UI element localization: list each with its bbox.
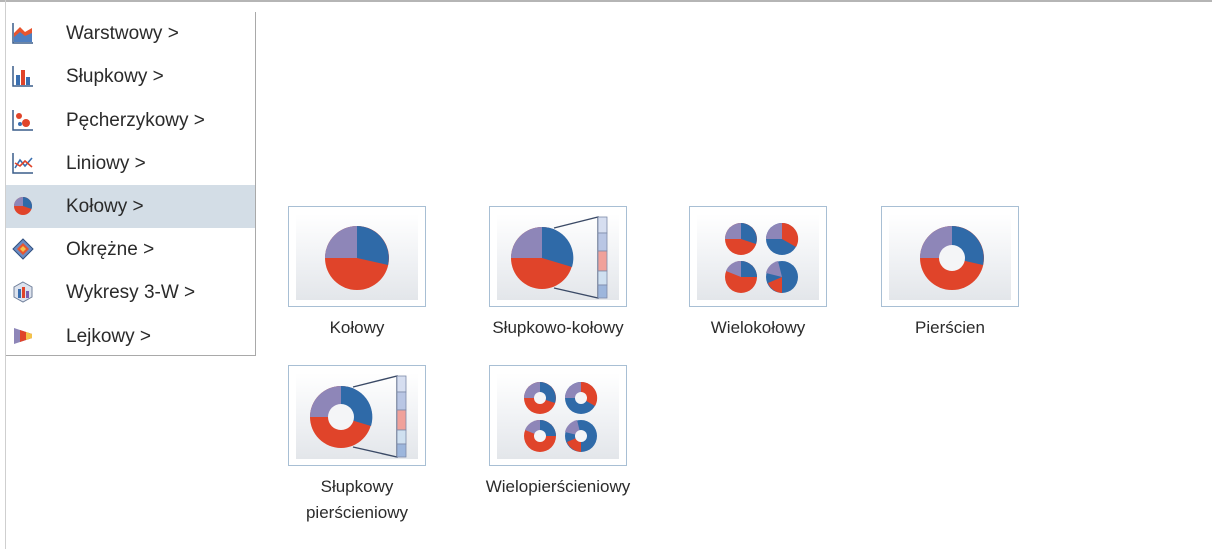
menu-item-3d[interactable]: Wykresy 3-W > — [6, 271, 255, 314]
menu-item-funnel[interactable]: Lejkowy > — [6, 315, 255, 358]
area-chart-icon — [12, 23, 33, 44]
doughnut-icon — [920, 226, 984, 290]
menu-item-label: Lejkowy > — [66, 325, 152, 347]
subtype-label: Wielokołowy — [710, 318, 806, 337]
subtype-label: Kołowy — [329, 318, 385, 337]
menu-item-label: Warstwowy > — [66, 22, 179, 44]
menu-item-radar[interactable]: Okrężne > — [6, 228, 255, 271]
pie-icon — [325, 226, 389, 290]
tile-multi-pie[interactable] — [689, 206, 827, 307]
bubble-chart-icon — [12, 110, 33, 131]
line-chart-icon — [12, 153, 33, 174]
bar-of-doughnut-icon — [310, 375, 407, 458]
menu-item-label: Okrężne > — [66, 238, 155, 260]
menu-item-label: Liniowy > — [66, 152, 146, 174]
window-top-border — [0, 0, 1212, 2]
subtype-label-line1: Słupkowy — [320, 477, 394, 496]
subtype-label: Wielopierścieniowy — [485, 477, 631, 496]
radar-chart-icon — [12, 238, 34, 260]
menu-item-bubble[interactable]: Pęcherzykowy > — [6, 99, 255, 142]
menu-item-label: Słupkowy > — [66, 65, 164, 87]
menu-item-area[interactable]: Warstwowy > — [6, 12, 255, 55]
subtype-label: Słupkowy pierścieniowy — [288, 474, 426, 526]
subtype-label: Słupkowo-kołowy — [492, 318, 624, 337]
menu-item-pie[interactable]: Kołowy > — [6, 185, 255, 228]
subtype-label-line2: pierścieniowy — [305, 503, 409, 522]
chart-type-menu: Warstwowy > Słupkowy > Pęcherzykowy > Li… — [6, 12, 256, 356]
menu-item-bar[interactable]: Słupkowy > — [6, 55, 255, 98]
menu-item-line[interactable]: Liniowy > — [6, 142, 255, 185]
tile-bar-of-pie[interactable] — [489, 206, 627, 307]
pie-chart-icon — [14, 196, 33, 215]
bar-chart-icon — [12, 66, 33, 87]
tile-bar-of-doughnut[interactable] — [288, 365, 426, 466]
tile-doughnut[interactable] — [881, 206, 1019, 307]
3d-chart-icon — [13, 281, 33, 303]
tile-multi-doughnut[interactable] — [489, 365, 627, 466]
menu-item-label: Pęcherzykowy > — [66, 109, 205, 131]
multi-doughnut-icon — [524, 381, 598, 452]
funnel-chart-icon — [14, 328, 32, 344]
menu-item-label: Wykresy 3-W > — [66, 281, 196, 303]
menu-item-label: Kołowy > — [66, 195, 144, 217]
tile-pie[interactable] — [288, 206, 426, 307]
subtype-label: Pierścien — [915, 318, 985, 337]
bar-of-pie-icon — [511, 216, 608, 299]
multi-pie-icon — [725, 222, 799, 293]
